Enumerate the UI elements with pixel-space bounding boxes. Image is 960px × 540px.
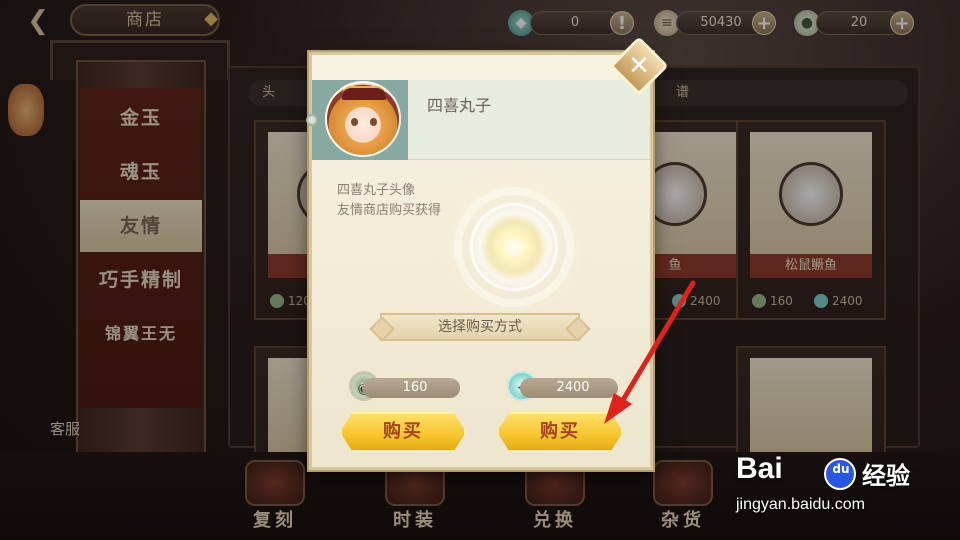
buy-with-gem-button[interactable]: 购买 [497,412,623,452]
price-coin: 160 [362,378,460,398]
close-icon[interactable]: ✕ [618,45,660,87]
tag-dot-icon [306,114,318,126]
watermark-du: du [832,462,850,476]
avatar-hat [342,86,386,100]
watermark-url: jingyan.baidu.com [736,496,865,513]
watermark-jingyan: 经验 [862,462,910,490]
item-source: 友情商店购买获得 [337,203,442,218]
item-description: 四喜丸子头像 [337,183,416,198]
item-name: 四喜丸子 [427,96,492,115]
choose-method-label: 选择购买方式 [380,313,580,341]
buy-with-coin-button[interactable]: 购买 [340,412,466,452]
baidu-watermark: Bai du 经验 jingyan.baidu.com [728,440,938,530]
purchase-dialog: 四喜丸子 四喜丸子头像 友情商店购买获得 选择购买方式 ◉ 160 ✦ 2400… [306,52,653,470]
avatar-eyes [349,118,379,126]
sparkle-ring [470,203,558,291]
watermark-brand: Bai [736,452,783,485]
avatar-frame [312,80,408,160]
price-gem: 2400 [520,378,618,398]
